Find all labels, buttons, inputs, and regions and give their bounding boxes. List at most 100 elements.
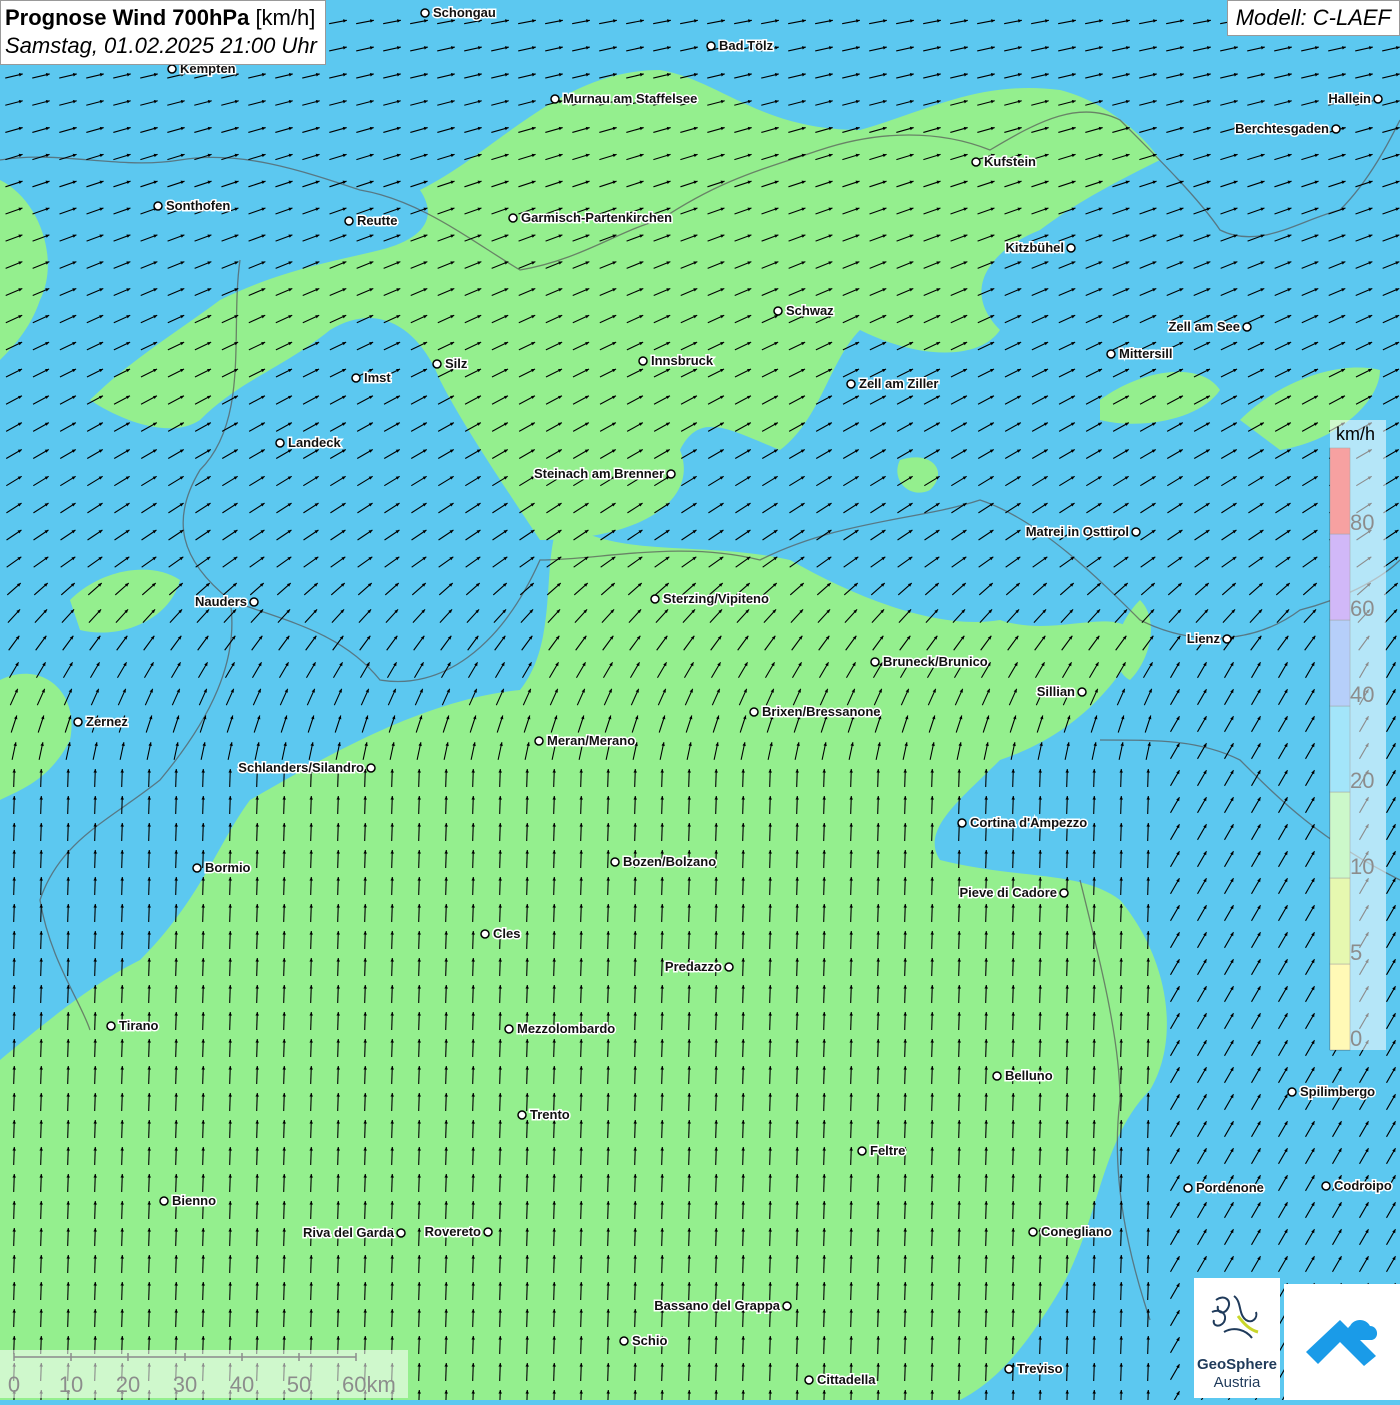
city-marker[interactable]: Riva del Garda: [301, 1224, 406, 1242]
city-dot: [619, 1336, 629, 1346]
city-dot: [804, 1375, 814, 1385]
city-dot: [1287, 1087, 1297, 1097]
city-dot: [483, 1227, 493, 1237]
city-label: Innsbruck: [651, 353, 714, 368]
city-label: Mittersill: [1119, 346, 1172, 361]
city-dot: [1331, 124, 1341, 134]
city-dot: [957, 818, 967, 828]
city-marker[interactable]: Innsbruck: [638, 352, 715, 370]
city-marker[interactable]: Spilimbergo: [1287, 1083, 1377, 1101]
city-dot: [610, 857, 620, 867]
city-marker[interactable]: Pieve di Cadore: [958, 884, 1069, 902]
city-label: Riva del Garda: [303, 1225, 395, 1240]
city-label: Sonthofen: [166, 198, 230, 213]
city-dot: [1059, 888, 1069, 898]
city-label: Schwaz: [786, 303, 834, 318]
app-logo[interactable]: [1284, 1284, 1400, 1400]
city-label: Bruneck/Brunico: [883, 654, 988, 669]
city-dot: [992, 1071, 1002, 1081]
forecast-datetime: Samstag, 01.02.2025 21:00 Uhr: [5, 33, 317, 58]
city-marker[interactable]: Bruneck/Brunico: [870, 653, 989, 671]
city-label: Kufstein: [984, 154, 1036, 169]
city-marker[interactable]: Brixen/Bressanone: [749, 703, 882, 721]
city-dot: [1077, 687, 1087, 697]
city-marker[interactable]: Garmisch-Partenkirchen: [508, 209, 674, 227]
city-dot: [396, 1228, 406, 1238]
city-dot: [249, 597, 259, 607]
title-panel: Prognose Wind 700hPa [km/h] Samstag, 01.…: [0, 0, 326, 65]
city-marker[interactable]: Bozen/Bolzano: [610, 853, 718, 871]
city-label: Schongau: [433, 5, 496, 20]
city-marker[interactable]: Pordenone: [1183, 1179, 1265, 1197]
city-marker[interactable]: Cortina d'Ampezzo: [957, 814, 1089, 832]
city-label: Mezzolombardo: [517, 1021, 615, 1036]
city-dot: [550, 94, 560, 104]
city-dot: [1183, 1183, 1193, 1193]
city-label: Cles: [493, 926, 520, 941]
city-marker[interactable]: Sterzing/Vipiteno: [650, 590, 770, 608]
city-label: Sillian: [1037, 684, 1075, 699]
city-label: Cortina d'Ampezzo: [970, 815, 1087, 830]
city-label: Imst: [364, 370, 391, 385]
city-label: Steinach am Brenner: [534, 466, 664, 481]
city-marker[interactable]: Murnau am Staffelsee: [550, 90, 699, 108]
city-label: Trento: [530, 1107, 570, 1122]
city-dot: [1242, 322, 1252, 332]
geosphere-logo[interactable]: GeoSphere Austria: [1194, 1278, 1280, 1398]
city-label: Murnau am Staffelsee: [563, 91, 697, 106]
city-dot: [1066, 243, 1076, 253]
city-marker[interactable]: Sonthofen: [153, 197, 232, 215]
city-label: Pordenone: [1196, 1180, 1264, 1195]
city-label: Bienno: [172, 1193, 216, 1208]
city-dot: [650, 594, 660, 604]
city-dot: [706, 41, 716, 51]
city-dot: [534, 736, 544, 746]
city-label: Pieve di Cadore: [959, 885, 1057, 900]
city-label: Schlanders/Silandro: [238, 760, 364, 775]
city-dot: [106, 1021, 116, 1031]
city-dot: [517, 1110, 527, 1120]
scale-bar-panel: [0, 1350, 408, 1398]
wetter-app-icon: [1306, 1320, 1378, 1366]
city-dot: [666, 469, 676, 479]
city-label: Zell am See: [1168, 319, 1240, 334]
city-dot: [857, 1146, 867, 1156]
city-label: Meran/Merano: [547, 733, 635, 748]
city-label: Reutte: [357, 213, 397, 228]
city-label: Matrei in Osttirol: [1026, 524, 1129, 539]
city-dot: [846, 379, 856, 389]
city-label: Cittadella: [817, 1372, 876, 1387]
city-marker[interactable]: Steinach am Brenner: [532, 465, 676, 483]
city-dot: [1222, 634, 1232, 644]
city-dot: [504, 1024, 514, 1034]
city-marker[interactable]: Zell am See: [1167, 318, 1252, 336]
city-marker[interactable]: Bassano del Grappa: [653, 1297, 792, 1315]
city-dot: [1004, 1364, 1014, 1374]
city-marker[interactable]: Schlanders/Silandro: [237, 759, 376, 777]
map-title: Prognose Wind 700hPa [km/h]: [5, 4, 317, 32]
city-label: Sterzing/Vipiteno: [663, 591, 769, 606]
city-label: Nauders: [195, 594, 247, 609]
city-marker[interactable]: Berchtesgaden: [1234, 120, 1341, 138]
city-label: Berchtesgaden: [1235, 121, 1329, 136]
city-label: Bormio: [205, 860, 251, 875]
city-label: Rovereto: [425, 1224, 481, 1239]
city-label: Hallein: [1328, 91, 1371, 106]
city-label: Tirano: [119, 1018, 159, 1033]
city-dot: [351, 373, 361, 383]
city-marker[interactable]: Zell am Ziller: [846, 375, 940, 393]
city-label: Brixen/Bressanone: [762, 704, 881, 719]
city-dot: [971, 157, 981, 167]
city-marker[interactable]: Matrei in Osttirol: [1024, 523, 1141, 541]
wind-map[interactable]: SchongauBad TölzKemptenMurnau am Staffel…: [0, 0, 1400, 1400]
title-text: Prognose Wind 700hPa: [5, 5, 250, 30]
city-marker[interactable]: Schongau: [420, 4, 497, 22]
city-label: Lienz: [1187, 631, 1221, 646]
city-marker[interactable]: Meran/Merano: [534, 732, 637, 750]
city-dot: [1028, 1227, 1038, 1237]
city-marker[interactable]: Mezzolombardo: [504, 1020, 617, 1038]
model-label: Modell: C-LAEF: [1226, 0, 1400, 36]
city-label: Garmisch-Partenkirchen: [521, 210, 672, 225]
city-marker[interactable]: Conegliano: [1028, 1223, 1113, 1241]
city-dot: [275, 438, 285, 448]
